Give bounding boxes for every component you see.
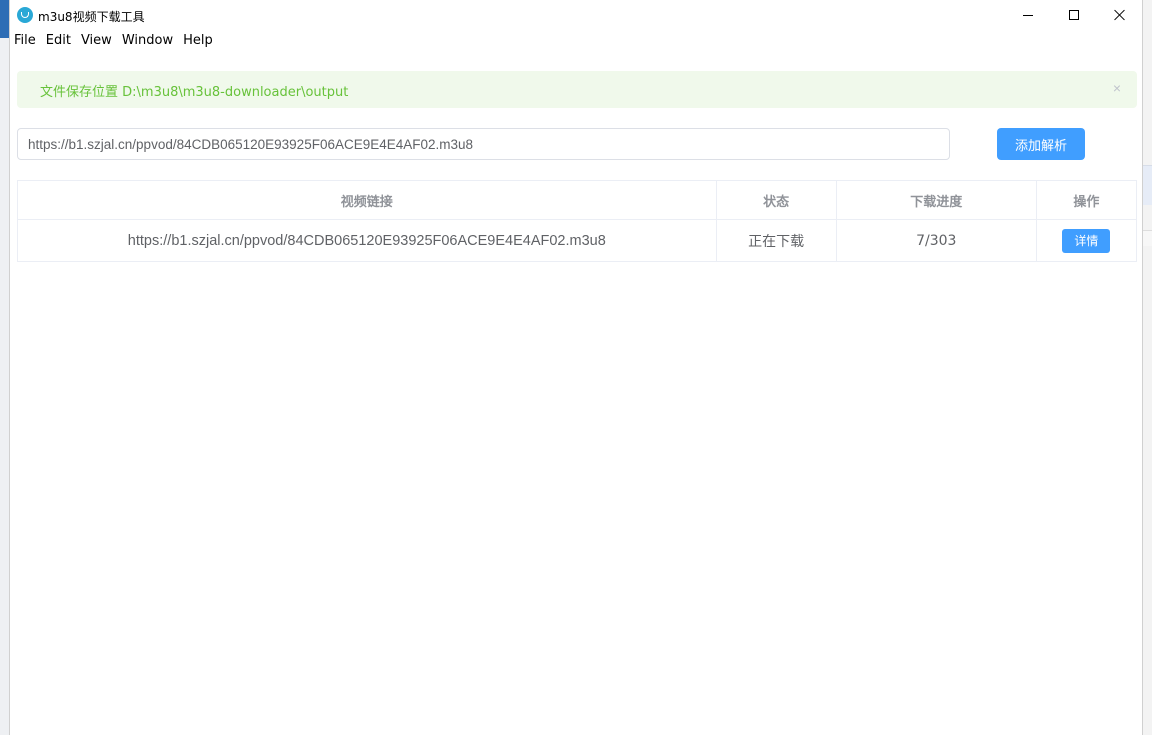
menu-help[interactable]: Help [178,31,218,51]
details-button[interactable]: 详情 [1062,228,1111,253]
menu-file[interactable]: File [10,31,41,51]
row-action-cell: 详情 [1035,219,1138,262]
add-parse-button[interactable]: 添加解析 [997,128,1085,160]
alert-close-icon[interactable]: × [1111,81,1123,95]
alert-message: 文件保存位置 D:\m3u8\m3u8-downloader\output [40,85,349,100]
table-row: https://b1.szjal.cn/ppvod/84CDB065120E93… [17,219,1138,262]
minimize-button[interactable] [1005,0,1051,30]
menu-view[interactable]: View [76,31,117,51]
background-window-fragment [1143,230,1152,246]
save-location-alert: 文件保存位置 D:\m3u8\m3u8-downloader\output × [17,71,1137,108]
download-table: 视频链接 状态 下载进度 操作 https://b1.szjal.cn/ppvo… [17,180,1138,262]
column-header-action: 操作 [1035,180,1138,220]
title-bar[interactable]: m3u8视频下载工具 [10,0,1142,30]
close-icon [1114,9,1126,21]
desktop-background-left [0,0,9,735]
menu-window[interactable]: Window [117,31,178,51]
desktop-background-right [1143,0,1152,735]
window-title: m3u8视频下载工具 [38,10,145,24]
row-status: 正在下载 [715,219,837,262]
table-header-row: 视频链接 状态 下载进度 操作 [17,180,1138,220]
maximize-button[interactable] [1051,0,1097,30]
maximize-icon [1069,10,1079,20]
app-window: m3u8视频下载工具 File Edit View Window Help 文件… [9,0,1143,735]
app-logo-icon [17,7,33,23]
menu-edit[interactable]: Edit [41,31,76,51]
desktop-taskbar-fragment [0,0,9,38]
menu-bar: File Edit View Window Help [10,31,218,51]
row-progress: 7/303 [835,219,1037,262]
column-header-status: 状态 [715,180,837,220]
close-window-button[interactable] [1097,0,1143,30]
column-header-progress: 下载进度 [835,180,1037,220]
background-window-fragment [1143,165,1152,205]
minimize-icon [1023,14,1033,16]
row-video-link: https://b1.szjal.cn/ppvod/84CDB065120E93… [17,219,717,262]
column-header-video-link: 视频链接 [17,180,717,220]
url-input[interactable] [17,128,950,160]
